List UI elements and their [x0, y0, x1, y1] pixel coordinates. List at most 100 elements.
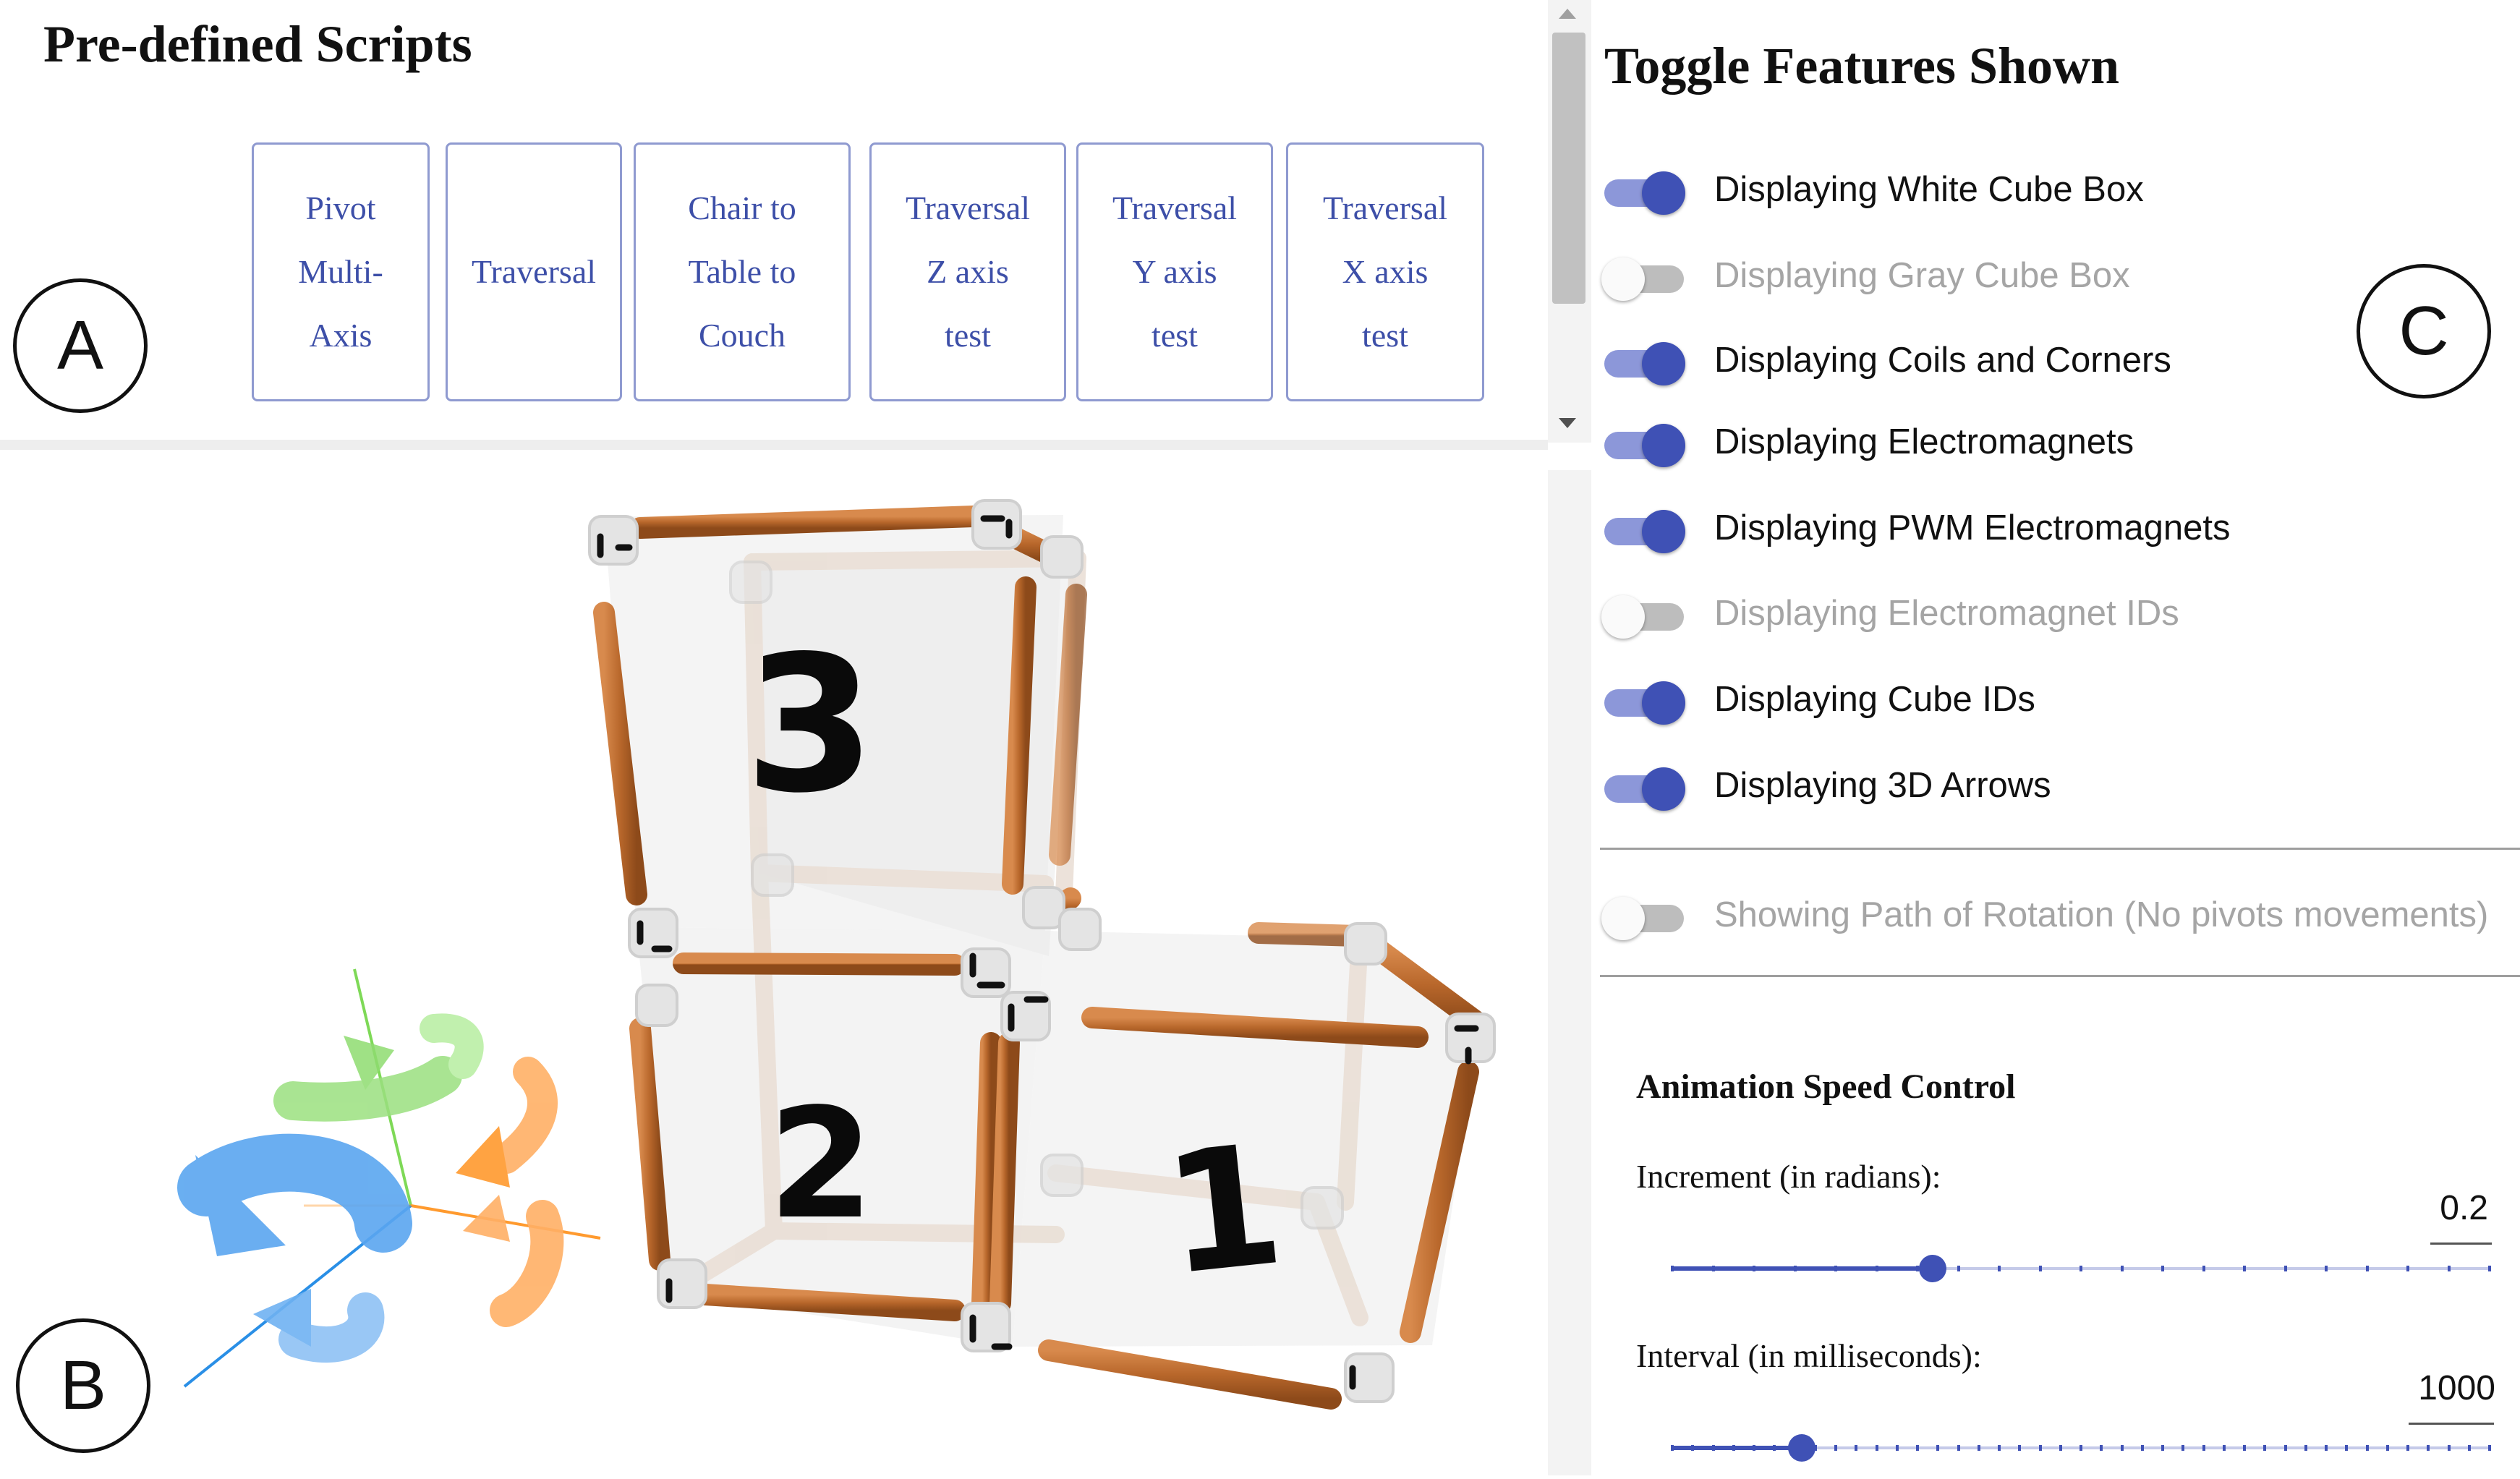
- slider-tick: [1691, 1445, 1695, 1451]
- toggle-label: Displaying Cube IDs: [1714, 680, 2035, 719]
- slider-thumb[interactable]: [1787, 1434, 1815, 1462]
- toggle-label: Showing Path of Rotation (No pivots move…: [1714, 895, 2489, 934]
- slider-tick: [2243, 1266, 2246, 1271]
- slider-thumb[interactable]: [1918, 1255, 1946, 1282]
- viewport-gutter: [1548, 470, 1591, 1475]
- slider-tick: [1875, 1266, 1878, 1271]
- slider-tick: [2080, 1266, 2082, 1271]
- slider-tick: [2038, 1445, 2042, 1451]
- toggle-panel-title: Toggle Features Shown: [1604, 37, 2120, 95]
- slider-tick: [1855, 1445, 1858, 1451]
- divider: [1600, 848, 2520, 850]
- 3d-scene[interactable]: 3 2 1: [0, 450, 1548, 1475]
- slider-tick: [2447, 1445, 2451, 1451]
- script-button-label: Traversal X axis test: [1322, 189, 1448, 354]
- slider-tick: [2365, 1445, 2369, 1451]
- scroll-up-icon[interactable]: [1559, 9, 1576, 19]
- slider-tick: [1671, 1445, 1674, 1451]
- script-button-label: Traversal Y axis test: [1112, 189, 1238, 354]
- slider-tick: [1711, 1445, 1715, 1451]
- toggle-switch[interactable]: [1601, 247, 1688, 304]
- chair-table-couch-button[interactable]: Chair to Table to Couch: [634, 142, 851, 401]
- slider-tick: [1753, 1445, 1755, 1451]
- slider-tick: [1834, 1266, 1837, 1271]
- toggle-switch[interactable]: [1604, 756, 1688, 814]
- slider-tick: [2263, 1445, 2267, 1451]
- annotation-label-b: B: [16, 1318, 150, 1453]
- rotate-x-arrow-icon[interactable]: [456, 1057, 564, 1327]
- toggle-label: Displaying 3D Arrows: [1714, 766, 2051, 805]
- toggle-row[interactable]: Displaying Electromagnet IDs: [1601, 584, 2179, 642]
- toggle-row[interactable]: Displaying Cube IDs: [1604, 670, 2035, 728]
- toggle-label: Displaying White Cube Box: [1714, 170, 2144, 209]
- pivot-multi-axis-button[interactable]: Pivot Multi- Axis: [252, 142, 430, 401]
- increment-label: Increment (in radians):: [1636, 1158, 1941, 1195]
- slider-tick: [1998, 1445, 2001, 1451]
- slider-tick: [2161, 1445, 2164, 1451]
- slider-tick: [2467, 1445, 2471, 1451]
- slider-tick: [2059, 1445, 2062, 1451]
- slider-tick: [1773, 1445, 1776, 1451]
- toggle-rotation-path[interactable]: Showing Path of Rotation (No pivots move…: [1601, 886, 2489, 944]
- increment-value[interactable]: 0.2: [2409, 1188, 2488, 1228]
- toggle-row[interactable]: Displaying PWM Electromagnets: [1604, 499, 2230, 557]
- toggle-switch[interactable]: [1601, 886, 1688, 944]
- slider-tick: [2447, 1266, 2451, 1271]
- traversal-z-axis-test-button[interactable]: Traversal Z axis test: [869, 142, 1066, 401]
- script-button-label: Traversal Z axis test: [905, 189, 1031, 354]
- slider-tick: [2181, 1445, 2185, 1451]
- slider-tick: [2325, 1445, 2328, 1451]
- slider-tick: [1732, 1445, 1735, 1451]
- toggle-switch[interactable]: [1604, 499, 1688, 557]
- script-button-label: Pivot Multi- Axis: [298, 189, 383, 354]
- panel-divider: [0, 440, 1548, 450]
- rotate-y-arrow-icon[interactable]: [273, 1013, 484, 1122]
- interval-value[interactable]: 1000: [2387, 1368, 2495, 1408]
- slider-tick: [2100, 1445, 2103, 1451]
- slider-tick: [2038, 1266, 2042, 1271]
- toggle-label: Displaying Gray Cube Box: [1714, 256, 2130, 295]
- toggle-row[interactable]: Displaying White Cube Box: [1604, 161, 2144, 218]
- toggle-row[interactable]: Displaying Coils and Corners: [1604, 331, 2171, 389]
- slider-tick: [1671, 1266, 1674, 1271]
- slider-tick: [1998, 1266, 2001, 1271]
- toggle-row[interactable]: Displaying Electromagnets: [1604, 413, 2134, 471]
- traversal-button[interactable]: Traversal: [446, 142, 622, 401]
- slider-tick: [1895, 1445, 1899, 1451]
- toggle-switch[interactable]: [1604, 670, 1688, 728]
- toggle-label: Displaying PWM Electromagnets: [1714, 508, 2231, 547]
- slider-tick: [2488, 1445, 2491, 1451]
- toggle-switch[interactable]: [1601, 584, 1688, 642]
- toggle-row[interactable]: Displaying 3D Arrows: [1604, 756, 2051, 814]
- cube-id-2: 2: [768, 1075, 874, 1253]
- interval-slider[interactable]: [1671, 1434, 2491, 1462]
- slider-tick: [1916, 1445, 1919, 1451]
- scroll-down-icon[interactable]: [1559, 418, 1576, 428]
- slider-tick: [2202, 1266, 2205, 1271]
- script-button-label: Traversal: [471, 253, 597, 290]
- traversal-x-axis-test-button[interactable]: Traversal X axis test: [1286, 142, 1484, 401]
- slider-tick: [2406, 1445, 2409, 1451]
- interval-value-underline: [2409, 1423, 2494, 1425]
- scrollbar-thumb[interactable]: [1552, 33, 1585, 304]
- slider-tick: [1793, 1266, 1797, 1271]
- increment-slider[interactable]: [1671, 1255, 2491, 1282]
- slider-tick: [2120, 1266, 2124, 1271]
- toggle-switch[interactable]: [1604, 161, 1688, 218]
- animation-speed-title: Animation Speed Control: [1636, 1067, 2016, 1106]
- increment-value-underline: [2430, 1243, 2492, 1245]
- scripts-title: Pre-defined Scripts: [43, 15, 472, 73]
- toggle-row[interactable]: Displaying Gray Cube Box: [1601, 247, 2130, 304]
- slider-tick: [2161, 1266, 2164, 1271]
- cube-id-3: 3: [745, 616, 876, 835]
- slider-tick: [2385, 1445, 2389, 1451]
- toggle-switch[interactable]: [1604, 413, 1688, 471]
- script-button-label: Chair to Table to Couch: [688, 189, 796, 354]
- traversal-y-axis-test-button[interactable]: Traversal Y axis test: [1076, 142, 1273, 401]
- slider-tick: [2140, 1445, 2144, 1451]
- 3d-viewport[interactable]: 3 2 1: [0, 450, 1548, 1475]
- slider-tick: [2304, 1445, 2307, 1451]
- slider-tick: [2222, 1445, 2226, 1451]
- slider-tick: [2283, 1445, 2287, 1451]
- toggle-switch[interactable]: [1604, 331, 1688, 389]
